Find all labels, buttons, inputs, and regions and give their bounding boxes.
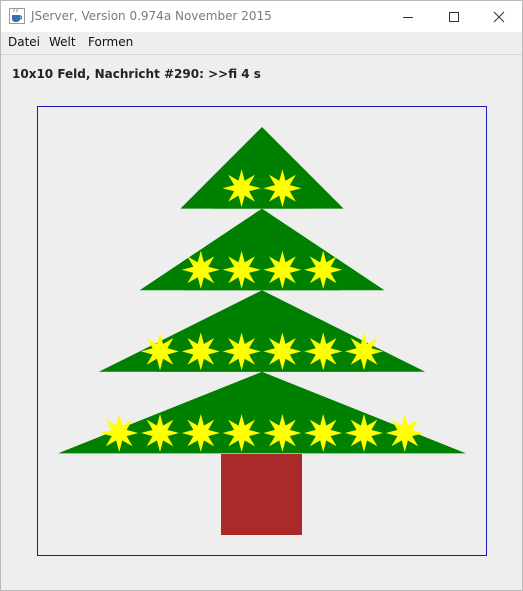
star-ornament bbox=[385, 414, 424, 452]
minimize-icon bbox=[403, 16, 413, 18]
star-ornament bbox=[141, 332, 179, 371]
menu-welt[interactable]: Welt bbox=[49, 35, 76, 49]
application-window: JServer, Version 0.974a November 2015 Da… bbox=[0, 0, 523, 591]
star-ornament bbox=[263, 250, 302, 289]
star-ornament bbox=[222, 332, 261, 371]
star-ornament bbox=[222, 250, 261, 289]
maximize-button[interactable] bbox=[431, 1, 477, 32]
menu-bar: Datei Welt Formen bbox=[1, 32, 522, 55]
star-ornament bbox=[263, 414, 302, 452]
star-ornament bbox=[181, 250, 220, 289]
star-ornament bbox=[222, 169, 261, 208]
star-ornament bbox=[181, 332, 220, 371]
star-ornament bbox=[304, 250, 343, 289]
window-title: JServer, Version 0.974a November 2015 bbox=[31, 9, 272, 23]
star-ornament bbox=[304, 414, 343, 452]
menu-datei[interactable]: Datei bbox=[8, 35, 40, 49]
java-coffee-cup-icon bbox=[9, 8, 25, 24]
star-ornament bbox=[263, 332, 302, 371]
tree-tier-joint bbox=[213, 188, 311, 209]
menu-formen[interactable]: Formen bbox=[88, 35, 133, 49]
close-icon bbox=[493, 11, 505, 22]
minimize-button[interactable] bbox=[385, 1, 431, 32]
star-ornament bbox=[100, 414, 139, 452]
star-ornament bbox=[181, 414, 220, 452]
star-ornament bbox=[345, 414, 383, 452]
tree-tier-joint bbox=[155, 351, 369, 372]
tree-trunk bbox=[221, 454, 302, 535]
maximize-icon bbox=[449, 11, 459, 22]
star-ornament bbox=[345, 332, 383, 371]
star-ornament bbox=[141, 414, 179, 452]
close-button[interactable] bbox=[476, 1, 522, 32]
star-ornament bbox=[263, 169, 302, 208]
status-message: 10x10 Feld, Nachricht #290: >>fi 4 s bbox=[12, 67, 261, 81]
drawing-canvas[interactable] bbox=[37, 106, 487, 556]
star-ornament bbox=[304, 332, 343, 371]
star-ornament bbox=[222, 414, 261, 452]
title-bar[interactable]: JServer, Version 0.974a November 2015 bbox=[1, 1, 522, 32]
christmas-tree-drawing bbox=[58, 127, 466, 535]
